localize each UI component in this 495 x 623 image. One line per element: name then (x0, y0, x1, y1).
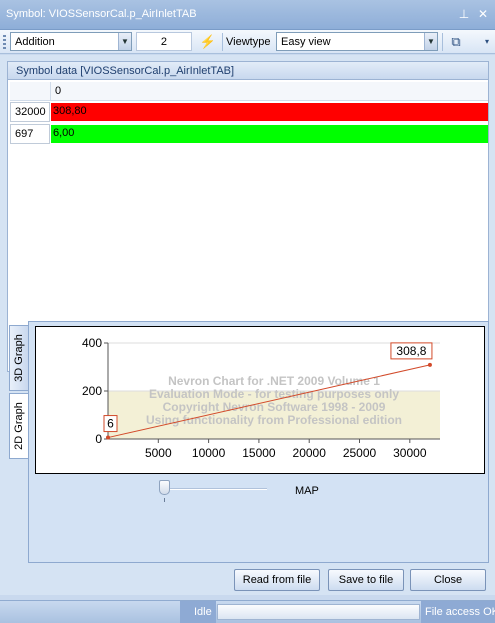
close-button[interactable]: Close (410, 569, 486, 591)
operation-dropdown[interactable]: Addition ▼ (10, 32, 132, 51)
map-slider-label: MAP (295, 485, 319, 497)
status-progress-bar (217, 604, 420, 620)
chart-x-tick-label: 15000 (242, 446, 276, 460)
chart-x-tick-label: 10000 (192, 446, 226, 460)
toolbar-overflow-icon[interactable]: ▾ (481, 32, 493, 51)
chart-point (427, 362, 432, 367)
map-slider-thumb[interactable] (159, 480, 170, 495)
toolbar-separator (222, 33, 223, 51)
window-title: Symbol: VIOSSensorCal.p_AirInletTAB (6, 8, 197, 20)
read-from-file-button[interactable]: Read from file (234, 569, 320, 591)
column-header-row: 0 (10, 82, 488, 101)
main-panel: Symbol data [VIOSSensorCal.p_AirInletTAB… (0, 55, 495, 595)
tab-2d-graph[interactable]: 2D Graph (9, 393, 28, 459)
data-cell[interactable]: 6,00 (51, 125, 488, 143)
apply-wand-icon[interactable]: ⚡ (198, 32, 218, 51)
tab-2d-graph-label: 2D Graph (13, 402, 25, 450)
viewtype-label: Viewtype (226, 36, 271, 48)
operation-value: Addition (15, 36, 55, 48)
toolbar-grip-icon[interactable] (3, 35, 6, 49)
row-header: 32000 (10, 102, 50, 122)
status-idle: Idle (180, 601, 216, 623)
viewtype-dropdown[interactable]: Easy view ▼ (276, 32, 438, 51)
table-row: 32000 308,80 (10, 102, 488, 122)
chart-y-tick-label: 200 (82, 384, 102, 398)
chevron-down-icon[interactable]: ▼ (118, 33, 131, 50)
title-bar: Symbol: VIOSSensorCal.p_AirInletTAB ⊥ ✕ (0, 0, 495, 30)
pin-icon[interactable]: ⊥ (457, 7, 471, 21)
chart-x-tick-label: 5000 (145, 446, 172, 460)
viewtype-value: Easy view (281, 36, 331, 48)
table-row: 697 6,00 (10, 124, 488, 144)
chart-data-label: 6 (107, 417, 114, 431)
footer-buttons: Read from file Save to file Close (0, 569, 495, 595)
operand-value: 2 (160, 36, 167, 48)
chevron-down-icon[interactable]: ▼ (424, 33, 437, 50)
toolbar-separator (442, 33, 443, 51)
operand-input[interactable]: 2 (136, 32, 192, 51)
status-file-access: File access OK (421, 601, 495, 623)
chart-container[interactable]: 0 200 400 5000 10000 15000 20000 25000 30000 Nevr… (35, 326, 485, 474)
window-mode-icon[interactable]: ⧉ (446, 32, 466, 51)
tab-3d-graph-label: 3D Graph (13, 334, 25, 382)
chart-watermark: Copyright Nevron Software 1998 - 2009 (163, 400, 386, 414)
chart-point (106, 435, 110, 440)
save-to-file-button[interactable]: Save to file (328, 569, 404, 591)
data-cell[interactable]: 308,80 (51, 103, 488, 121)
grid-header: Symbol data [VIOSSensorCal.p_AirInletTAB… (8, 62, 488, 80)
column-header-0: 0 (50, 82, 61, 101)
close-icon[interactable]: ✕ (476, 7, 490, 21)
chart-watermark: Nevron Chart for .NET 2009 Volume 1 (168, 374, 380, 388)
chart-x-tick-label: 20000 (293, 446, 327, 460)
map-slider-tick (164, 498, 165, 502)
status-bar: Idle File access OK (0, 600, 495, 623)
chart-watermark: Evaluation Mode - for testing purposes o… (149, 387, 399, 401)
map-slider-track[interactable] (159, 488, 267, 490)
chart-data-label: 308,8 (396, 344, 426, 358)
tab-3d-graph[interactable]: 3D Graph (9, 325, 28, 391)
chart-svg: 0 200 400 5000 10000 15000 20000 25000 30000 Nevr… (82, 336, 440, 460)
graph-area: 3D Graph 2D Graph 0 200 400 5000 10000 15000 2… (7, 321, 489, 563)
row-header: 697 (10, 124, 50, 144)
graph-tab-body: 0 200 400 5000 10000 15000 20000 25000 30000 Nevr… (28, 321, 489, 563)
chart-y-tick-label: 0 (95, 432, 102, 446)
chart-x-tick-label: 30000 (393, 446, 427, 460)
chart-x-tick-label: 25000 (343, 446, 377, 460)
chart-y-tick-label: 400 (82, 336, 102, 350)
toolbar: Addition ▼ 2 ⚡ Viewtype Easy view ▼ ⧉ ▾ (0, 30, 495, 54)
